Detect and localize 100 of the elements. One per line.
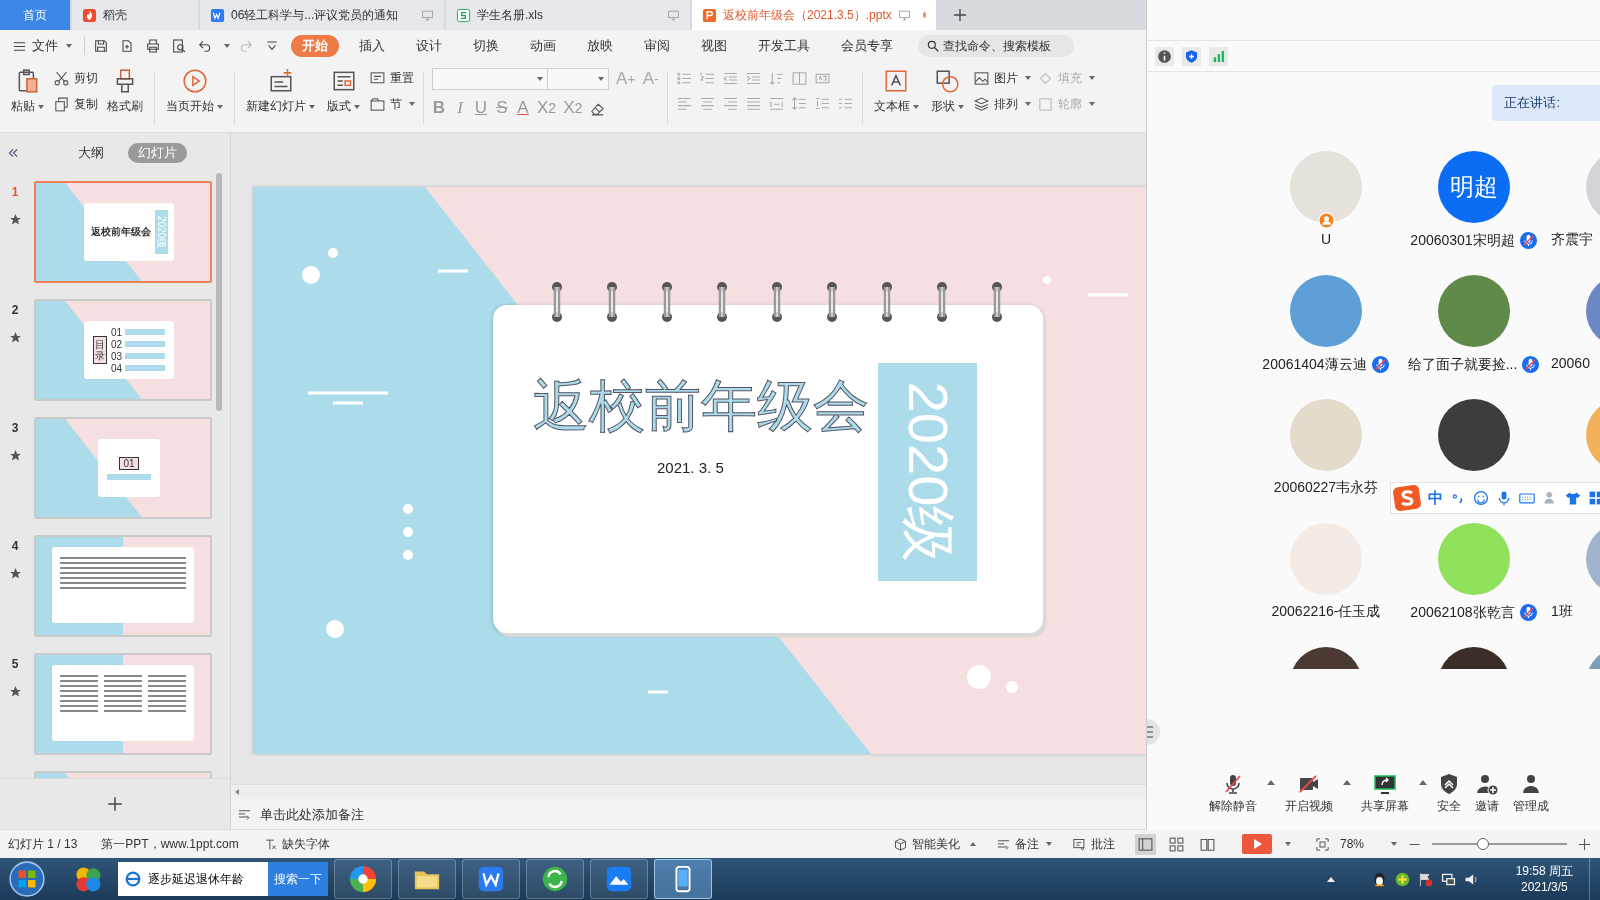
caret-icon	[1024, 102, 1031, 106]
pinwheel-app-icon[interactable]	[334, 859, 392, 899]
cloud-app-icon[interactable]	[590, 859, 648, 899]
cut-button[interactable]: 剪切	[53, 68, 98, 88]
new-tab-icon[interactable]	[952, 7, 968, 23]
start-button[interactable]	[8, 860, 46, 898]
wps-app-icon[interactable]	[462, 859, 520, 899]
input-mode-button[interactable]: 中	[1428, 488, 1443, 508]
signal-icon[interactable]	[1209, 46, 1228, 66]
slide-thumbnail[interactable]: 返校前年级会 2020级	[34, 181, 212, 283]
zoom-level[interactable]: 78%	[1339, 837, 1364, 851]
document-tab[interactable]: 06轻工科学与...评议党员的通知	[200, 0, 444, 30]
invite-button[interactable]: 邀请	[1475, 772, 1499, 815]
slide-thumbnail[interactable]	[34, 653, 212, 755]
emoji-icon[interactable]	[1473, 490, 1489, 506]
plus-tray-icon[interactable]	[1393, 870, 1411, 888]
caret-icon	[354, 104, 360, 109]
paste-button[interactable]: 粘贴	[8, 66, 47, 117]
ribbon-tab[interactable]: 切换	[462, 35, 510, 57]
new-slide-button[interactable]: 新建幻灯片	[243, 66, 318, 117]
collapse-icon[interactable]	[6, 146, 20, 160]
play-button[interactable]	[1241, 834, 1272, 854]
web-search-field[interactable]: 逐步延迟退休年龄	[118, 862, 268, 896]
comments-button[interactable]: 批注	[1071, 835, 1115, 853]
file-menu-button[interactable]: 文件	[12, 37, 72, 55]
document-tab[interactable]: 稻壳	[72, 0, 198, 30]
shield-icon[interactable]	[1182, 46, 1201, 66]
decoration-dot	[403, 504, 413, 514]
ribbon-tab[interactable]: 放映	[576, 35, 624, 57]
copy-button[interactable]: 复制	[53, 94, 98, 114]
start-video-button[interactable]: 开启视频	[1285, 772, 1333, 815]
share-screen-button[interactable]: 共享屏幕	[1361, 772, 1409, 815]
ribbon-tab[interactable]: 审阅	[633, 35, 681, 57]
scrollbar-thumb[interactable]	[216, 173, 222, 411]
ime-logo-icon[interactable]	[1393, 484, 1421, 512]
caret-icon[interactable]	[224, 44, 230, 48]
notes-button[interactable]: 备注	[995, 835, 1052, 853]
web-search-button[interactable]: 搜索一下	[268, 862, 328, 896]
reset-button[interactable]: 重置	[369, 68, 415, 88]
document-tab[interactable]: 返校前年级会（2021.3.5）.pptx	[692, 0, 936, 30]
format-painter-button[interactable]: 格式刷	[104, 66, 146, 117]
slide-thumbnail[interactable]	[34, 535, 212, 637]
grid-icon[interactable]	[1588, 490, 1600, 506]
command-search-field[interactable]: 查找命令、搜索模板	[918, 35, 1074, 57]
shapes-button[interactable]: 形状	[927, 66, 967, 117]
shirt-icon[interactable]	[1565, 490, 1581, 506]
tablet-app-icon[interactable]	[654, 859, 712, 899]
section-button[interactable]: 节	[369, 94, 415, 114]
clock-time[interactable]: 19:58 周五	[1515, 863, 1573, 879]
document-tab[interactable]: 首页	[0, 0, 70, 30]
undo-icon[interactable]	[197, 38, 213, 54]
decoration-dash	[438, 269, 468, 273]
clock-date[interactable]: 2021/3/5	[1520, 879, 1568, 895]
unmute-button[interactable]: 解除静音	[1209, 772, 1257, 815]
export-icon[interactable]	[119, 38, 135, 54]
entry-text-bar	[125, 341, 166, 347]
normal-view-icon[interactable]	[1134, 833, 1156, 855]
picture-button[interactable]: 图片	[972, 68, 1031, 88]
arrange-button[interactable]: 排列	[972, 94, 1031, 114]
slide-thumbnail[interactable]: 目录 01 02 03 04	[34, 299, 212, 401]
caret-icon[interactable]	[1267, 780, 1275, 785]
writer-file-icon	[210, 7, 225, 23]
ribbon-tab[interactable]: 动画	[519, 35, 567, 57]
textbox-button[interactable]: 文本框	[870, 66, 922, 117]
caret-icon[interactable]	[1419, 780, 1427, 785]
info-icon[interactable]	[1155, 46, 1174, 66]
ribbon-tab[interactable]: 设计	[405, 35, 453, 57]
ribbon-tab[interactable]: 视图	[690, 35, 738, 57]
zoom-in-icon[interactable]	[1577, 836, 1592, 852]
ribbon-tab[interactable]: 插入	[348, 35, 396, 57]
horizontal-scrollbar[interactable]	[231, 784, 1146, 799]
panel-tab[interactable]: 大纲	[68, 143, 114, 163]
print-preview-icon[interactable]	[171, 38, 187, 54]
microphone-icon[interactable]	[1496, 490, 1512, 506]
save-icon[interactable]	[93, 38, 109, 54]
slide-number: 3	[11, 421, 19, 435]
play-from-current-button[interactable]: 当页开始	[163, 66, 226, 117]
ribbon-tab[interactable]: 会员专享	[830, 35, 904, 57]
ribbon-tab[interactable]: 开发工具	[747, 35, 821, 57]
fit-window-icon[interactable]	[1314, 836, 1330, 852]
sync-app-icon[interactable]	[526, 859, 584, 899]
show-hidden-icons-icon[interactable]	[1326, 876, 1335, 882]
folder-app-icon[interactable]	[398, 859, 456, 899]
add-slide-icon[interactable]	[106, 795, 124, 813]
keyboard-icon[interactable]	[1519, 490, 1535, 506]
notes-field[interactable]: 单击此处添加备注	[260, 806, 560, 822]
zoom-slider-thumb[interactable]	[1477, 838, 1490, 850]
manage-button[interactable]: 管理成	[1513, 772, 1549, 815]
caret-icon[interactable]	[1343, 780, 1351, 785]
browser-icon	[124, 870, 142, 888]
caret-icon[interactable]	[1391, 842, 1397, 846]
missing-fonts-button[interactable]: 缺失字体	[262, 835, 330, 853]
print-icon[interactable]	[145, 38, 161, 54]
security-button[interactable]: 安全	[1437, 772, 1461, 815]
document-tab[interactable]: 学生名册.xls	[446, 0, 690, 30]
layout-button[interactable]: 版式	[324, 66, 363, 117]
star-icon	[8, 449, 22, 462]
slide-thumbnail[interactable]: 01	[34, 417, 212, 519]
beautify-button[interactable]: 智能美化	[892, 835, 976, 853]
caret-icon[interactable]	[1284, 842, 1291, 846]
